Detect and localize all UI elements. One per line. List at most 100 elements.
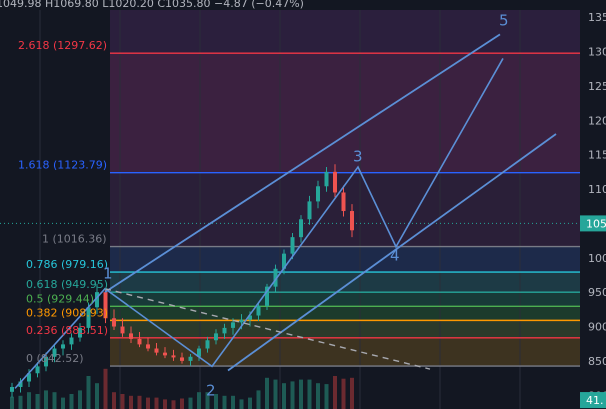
wave-label: 4: [390, 247, 400, 265]
candle-body: [324, 171, 329, 187]
volume-bars: [10, 368, 354, 409]
price-tick-label: 1250: [588, 80, 606, 93]
volume-bar: [273, 379, 278, 409]
fib-band: [110, 272, 580, 293]
price-axis-bg: [580, 0, 606, 409]
candle-body: [222, 327, 227, 334]
candle-body: [69, 337, 74, 345]
candle-body: [10, 387, 14, 392]
price-tick-label: 1200: [588, 114, 606, 127]
fib-band: [110, 246, 580, 273]
volume-bar: [188, 397, 193, 409]
volume-bar: [256, 390, 261, 409]
candle-body: [120, 326, 125, 334]
price-tick-label: 950: [588, 286, 606, 299]
candle-body: [333, 171, 337, 193]
fib-level-label: 0.786 (979.16): [26, 258, 108, 271]
wave-label: 2: [206, 381, 216, 399]
volume-bar: [137, 395, 142, 409]
candle-body: [137, 338, 142, 345]
candle-body: [341, 192, 346, 212]
volume-bar: [146, 397, 150, 409]
candle-body: [256, 305, 261, 316]
header: 1049.98 H1069.80 L1020.20 C1035.80 −4.87…: [0, 0, 580, 10]
volume-bar: [27, 392, 31, 409]
volume-bar: [163, 399, 167, 409]
volume-bar: [69, 394, 74, 409]
volume-bar: [52, 392, 57, 409]
volume-bar: [350, 377, 354, 409]
candle-body: [316, 186, 320, 202]
volume-bar: [103, 368, 108, 409]
volume-bar: [18, 395, 23, 409]
fib-band: [110, 306, 580, 321]
candle-body: [299, 219, 303, 238]
fib-level-label: 1 (1016.36): [42, 233, 107, 246]
fib-band: [110, 320, 580, 338]
volume-bar: [324, 384, 329, 409]
fib-level-label: 1.618 (1123.79): [18, 159, 107, 172]
candle-body: [112, 318, 116, 327]
volume-bar: [112, 392, 116, 409]
candle-body: [154, 348, 159, 353]
fib-band: [110, 53, 580, 173]
price-axis[interactable]: 1350 1300 1250 1200 1150 1100 1050 1000 950 900 85…: [580, 0, 606, 409]
volume-bar: [10, 396, 14, 409]
fib-level-label: 2.618 (1297.62): [18, 39, 107, 52]
volume-bar: [222, 395, 227, 409]
volume-bar: [129, 395, 133, 409]
volume-bar: [307, 379, 312, 409]
fib-level-label: 0.618 (949.95): [26, 278, 108, 291]
volume-bar: [44, 390, 48, 409]
volume-bar: [316, 383, 320, 409]
candle-body: [129, 333, 133, 339]
wave-label: 1: [103, 264, 113, 282]
fib-band: [110, 337, 580, 367]
volume-bar: [333, 376, 337, 409]
candle-body: [180, 357, 184, 361]
candle-body: [214, 333, 218, 341]
volume-bar: [78, 390, 82, 409]
price-tick-label: 900: [588, 321, 606, 334]
candle-body: [205, 340, 210, 349]
candle-body: [188, 356, 193, 361]
price-tick-label: 1000: [588, 252, 606, 265]
candle-body: [290, 237, 295, 254]
candle-body: [231, 322, 235, 328]
candle-body: [171, 355, 176, 358]
volume-bar: [299, 379, 303, 409]
current-price-label: 1050: [586, 217, 606, 230]
volume-bar: [290, 381, 295, 409]
volume-tag-label: 41.: [586, 394, 604, 407]
fib-level-label: 0.382 (908.93): [26, 306, 108, 319]
volume-bar: [282, 383, 286, 409]
fib-labels: 2.618 (1297.62) 1.618 (1123.79) 1 (1016.36…: [18, 39, 108, 365]
volume-bar: [248, 397, 252, 409]
ohlc-readout: 1049.98 H1069.80 L1020.20 C1035.80 −4.87…: [0, 0, 304, 10]
wave-label: 3: [353, 148, 363, 166]
price-tick-label: 1150: [588, 149, 606, 162]
price-tick-label: 1350: [588, 11, 606, 24]
volume-bar: [61, 397, 65, 409]
candle-body: [61, 344, 65, 349]
price-tick-label: 1100: [588, 183, 606, 196]
fib-level-label: 0.5 (929.44): [26, 292, 94, 305]
price-tick-label: 1300: [588, 46, 606, 59]
candle-body: [350, 211, 354, 231]
volume-bar: [35, 394, 40, 409]
volume-bar: [341, 378, 346, 409]
candle-body: [307, 201, 312, 220]
fib-level-label: 0 (842.52): [26, 352, 84, 365]
volume-bar: [180, 398, 184, 409]
price-chart[interactable]: 2.618 (1297.62) 1.618 (1123.79) 1 (1016.36…: [0, 0, 606, 409]
volume-bar: [197, 392, 201, 409]
candle-body: [146, 344, 150, 349]
wave-label: 5: [499, 11, 509, 29]
volume-bar: [86, 376, 91, 409]
volume-bar: [171, 400, 176, 409]
volume-bar: [231, 395, 235, 409]
fib-bands: [110, 0, 580, 367]
price-tick-label: 850: [588, 355, 606, 368]
volume-bar: [120, 394, 125, 409]
volume-bar: [154, 397, 159, 409]
